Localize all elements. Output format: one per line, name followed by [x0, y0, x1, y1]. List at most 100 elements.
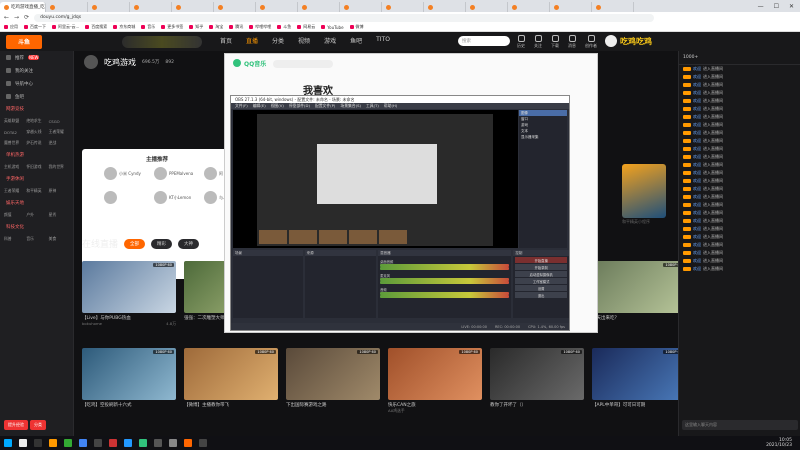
sidebar-category[interactable]: 原神: [49, 186, 69, 196]
browser-tab[interactable]: [382, 2, 424, 12]
site-logo[interactable]: 斗鱼: [6, 34, 42, 49]
chat-username[interactable]: 欢迎: [693, 250, 701, 256]
browser-tab[interactable]: [172, 2, 214, 12]
sidebar-category[interactable]: 王者荣耀: [4, 186, 24, 196]
sidebar-section-title[interactable]: 科技文化: [0, 221, 73, 233]
browser-tab[interactable]: [340, 2, 382, 12]
chat-username[interactable]: 欢迎: [693, 122, 701, 128]
sidebar-item[interactable]: 鱼吧: [0, 90, 73, 103]
volume-slider[interactable]: [380, 267, 510, 270]
browser-tab[interactable]: [298, 2, 340, 12]
taskbar-app-icon[interactable]: [34, 439, 42, 447]
sidebar-section-title[interactable]: 手游休闲: [0, 173, 73, 185]
stream-title[interactable]: 【微博】主播教你带飞: [184, 402, 278, 408]
header-action[interactable]: 下载: [551, 35, 559, 49]
browser-tab[interactable]: [424, 2, 466, 12]
obs-menu-item[interactable]: 场景集合(S): [340, 103, 361, 109]
back-icon[interactable]: ←: [4, 14, 9, 21]
pubg-promo-card[interactable]: [622, 164, 666, 218]
stream-thumbnail[interactable]: 1080P 60: [592, 261, 678, 313]
chat-username[interactable]: 欢迎: [693, 74, 701, 80]
chat-username[interactable]: 欢迎: [693, 138, 701, 144]
chat-username[interactable]: 欢迎: [693, 258, 701, 264]
chat-username[interactable]: 欢迎: [693, 186, 701, 192]
stream-thumbnail[interactable]: 1080P 60: [490, 348, 584, 400]
chat-username[interactable]: 欢迎: [693, 170, 701, 176]
sidebar-section-title[interactable]: 娱乐天地: [0, 197, 73, 209]
stream-card[interactable]: 1080P 60 教你了开坏了（）: [490, 348, 584, 408]
stream-title[interactable]: 【APL中单哥】可可日可期: [592, 402, 678, 408]
chat-username[interactable]: 欢迎: [693, 154, 701, 160]
header-action[interactable]: 消息: [568, 35, 576, 49]
sidebar-category[interactable]: 英雄联盟: [4, 116, 24, 126]
chat-username[interactable]: 欢迎: [693, 218, 701, 224]
chat-username[interactable]: 欢迎: [693, 194, 701, 200]
bookmark-item[interactable]: 应用: [4, 24, 18, 30]
bookmark-item[interactable]: 更多书签: [161, 24, 183, 30]
streamer-card[interactable]: [104, 191, 119, 204]
stream-card[interactable]: 1080P 60 下出国际赛游戏之路: [286, 348, 380, 408]
sidebar-category[interactable]: 主机游戏: [4, 162, 24, 172]
stream-thumbnail[interactable]: 1080P 60: [82, 348, 176, 400]
sidebar-category[interactable]: 音乐: [26, 234, 46, 244]
obs-control-button[interactable]: 启动虚拟摄像机: [515, 271, 568, 277]
chat-username[interactable]: 欢迎: [693, 90, 701, 96]
chat-username[interactable]: 欢迎: [693, 234, 701, 240]
sidebar-category[interactable]: 绝地求生: [26, 116, 46, 126]
bookmark-item[interactable]: 京东商城: [113, 24, 135, 30]
taskbar-app-icon[interactable]: [79, 439, 87, 447]
obs-menu-item[interactable]: 视图(V): [271, 103, 284, 109]
chat-username[interactable]: 欢迎: [693, 162, 701, 168]
nav-item-5[interactable]: 鱼吧: [350, 36, 362, 45]
sidebar-item[interactable]: 导航中心: [0, 77, 73, 90]
forward-icon[interactable]: →: [14, 14, 19, 21]
browser-tab[interactable]: [550, 2, 592, 12]
bookmark-item[interactable]: 百度一下: [24, 24, 46, 30]
avatar[interactable]: [605, 35, 617, 47]
sidebar-category[interactable]: 穿越火线: [26, 127, 46, 137]
volume-slider[interactable]: [380, 281, 510, 284]
chat-username[interactable]: 欢迎: [693, 242, 701, 248]
filter-featured[interactable]: 精彩: [151, 238, 173, 249]
chat-username[interactable]: 欢迎: [693, 202, 701, 208]
taskbar-app-icon[interactable]: [154, 439, 162, 447]
url-field[interactable]: douyu.com/g_jdqs: [34, 13, 655, 22]
bookmark-item[interactable]: YouTube: [321, 25, 343, 30]
obs-menu-item[interactable]: 配置文件(P): [315, 103, 335, 109]
nav-item-0[interactable]: 首页: [220, 36, 232, 45]
chat-username[interactable]: 欢迎: [693, 178, 701, 184]
sidebar-category[interactable]: 美食: [49, 234, 69, 244]
bookmark-item[interactable]: 斗鱼: [277, 24, 291, 30]
sidebar-category[interactable]: 王者荣耀: [49, 127, 69, 137]
sidebar-category[interactable]: 我的世界: [49, 162, 69, 172]
sidebar-category[interactable]: 逆战: [49, 138, 69, 148]
obs-control-button[interactable]: 设置: [515, 285, 568, 291]
volume-slider[interactable]: [380, 295, 510, 298]
filter-all[interactable]: 全部: [124, 238, 146, 249]
sidebar-section-title[interactable]: 网游竞技: [0, 103, 73, 115]
sidebar-category[interactable]: 颜值: [4, 210, 24, 220]
chat-username[interactable]: 欢迎: [693, 130, 701, 136]
stream-card[interactable]: 1080P 60 【APL中单哥】可可日可期: [592, 348, 678, 408]
streamer-card[interactable]: 阿: [204, 167, 223, 180]
sidebar-category[interactable]: DOTA2: [4, 127, 24, 137]
stream-card[interactable]: 1080P 60 今天出来吃？: [592, 261, 678, 321]
bookmark-item[interactable]: 知乎: [189, 24, 203, 30]
taskbar-app-icon[interactable]: [64, 439, 72, 447]
taskbar-app-icon[interactable]: [49, 439, 57, 447]
stream-title[interactable]: 今天出来吃？: [592, 315, 678, 321]
chat-username[interactable]: 欢迎: [693, 106, 701, 112]
stream-card[interactable]: 1080P 60 【微博】主播教你带飞: [184, 348, 278, 408]
sidebar-category[interactable]: 科普: [4, 234, 24, 244]
browser-tab[interactable]: [256, 2, 298, 12]
stream-card[interactable]: 1080P 60 快乐CAN之旅 AA鸡选手: [388, 348, 482, 414]
obs-menu-item[interactable]: 文件(F): [235, 103, 248, 109]
header-action[interactable]: 创作者: [585, 35, 597, 49]
nav-item-6[interactable]: TITO: [376, 36, 390, 45]
nav-item-2[interactable]: 分类: [272, 36, 284, 45]
stream-title[interactable]: 【吃鸡】空投刷新十六式: [82, 402, 176, 408]
chat-username[interactable]: 欢迎: [693, 266, 701, 272]
search-input[interactable]: 搜索: [458, 36, 510, 46]
chat-input[interactable]: 这里输入聊天内容: [682, 420, 798, 430]
sidebar-bottom-button[interactable]: 提升经验: [4, 420, 28, 430]
